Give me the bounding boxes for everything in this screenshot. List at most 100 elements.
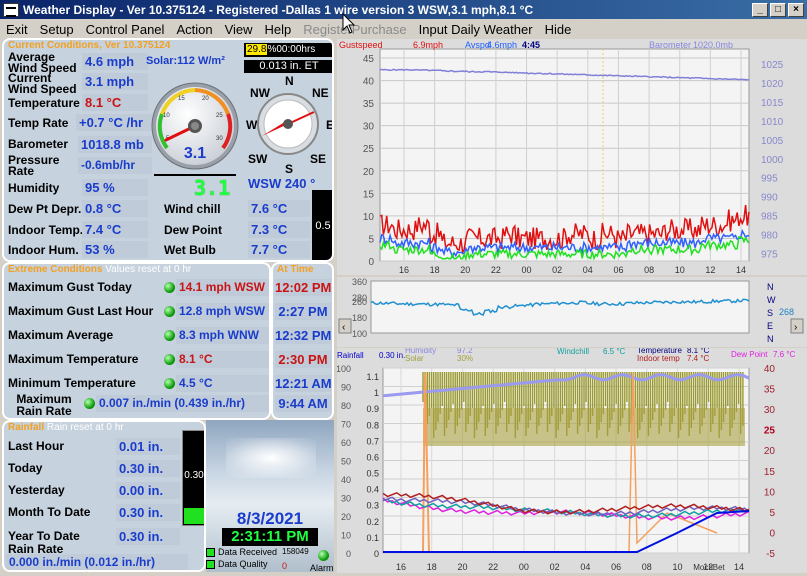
data-received-label: Data Received (218, 547, 278, 557)
speed-tick-15: 15 (178, 96, 185, 102)
rain-label: Year To Date (8, 529, 80, 543)
status-led-icon (164, 378, 175, 389)
lcd-speed-display: 3.1 (194, 176, 231, 200)
x-tick-label: 08 (644, 265, 654, 275)
y-right-tick-label: -5 (766, 549, 775, 560)
y-mid-tick-label: 0.4 (366, 485, 379, 495)
temp-rate-value: +0.7 °C /hr (76, 114, 152, 131)
maximize-button[interactable]: □ (770, 2, 786, 17)
y-left-tick-label: 20 (363, 167, 375, 178)
x-tick-label: 16 (399, 265, 409, 275)
wind-baro-chart-svg: 0510152025303540459759809859909951000100… (339, 40, 784, 275)
status-led-icon (164, 330, 175, 341)
y-left-tick-label: 60 (341, 438, 351, 448)
y-left-tick-label: 0 (368, 257, 374, 268)
rain-value: 0.00 in. (116, 482, 180, 499)
close-button[interactable]: × (788, 2, 804, 17)
barometer-value: 1018.8 mb (78, 136, 152, 153)
x-tick-label: 04 (583, 265, 593, 275)
dew-depr-label: Dew Pt Depr. (8, 202, 82, 216)
at-time-title: At Time (277, 264, 314, 275)
y-left-tick-label: 40 (341, 475, 351, 485)
wind-speed-gauge: 5 10 15 20 25 30 3.1 (151, 82, 239, 170)
legend-value: 0.30 in. (379, 351, 405, 360)
menu-action[interactable]: Action (170, 22, 218, 37)
y-mid-tick-label: 0.1 (366, 533, 379, 543)
extreme-label: Maximum Average (8, 328, 114, 342)
extreme-label: Maximum Gust Last Hour (8, 304, 154, 318)
webcam-status-panel: 8/3/2021 2:31:11 PM Data Received 158049… (206, 420, 334, 573)
compass-sw: SW (248, 152, 268, 166)
windchill-value: 7.6 °C (248, 200, 310, 217)
y-left-tick-label: 15 (363, 189, 375, 200)
extreme-value: 12.8 mph WSW (176, 303, 269, 320)
indoor-hum-label: Indoor Hum. (8, 243, 79, 257)
indoor-temp-value: 7.4 °C (82, 221, 148, 238)
rain-gauge-fill (184, 508, 204, 524)
rain-label: Last Hour (8, 439, 65, 453)
x-tick-label: 06 (611, 562, 621, 572)
wetbulb-label: Wet Bulb (164, 243, 216, 257)
y-right-tick-label: 25 (764, 426, 776, 437)
status-date: 8/3/2021 (236, 509, 304, 528)
current-dir-value: 268 (779, 307, 794, 317)
y-right-tick-label: 5 (769, 508, 775, 519)
menu-control-panel[interactable]: Control Panel (80, 22, 171, 37)
alarm-led[interactable] (318, 550, 329, 561)
wind-baro-chart: 0 5 10 15 20 25 30 35 40 45 975 980 985 990 995 1000 100… (337, 39, 807, 275)
y-mid-tick-label: 0.8 (366, 420, 379, 430)
x-tick-label: 02 (550, 562, 560, 572)
menu-setup[interactable]: Setup (34, 22, 80, 37)
y-mid-tick-label: 0 (374, 549, 379, 559)
data-received-count: 158049 (282, 547, 309, 556)
minimize-button[interactable]: _ (752, 2, 768, 17)
title-bar[interactable]: Weather Display - Ver 10.375124 - Regist… (0, 0, 807, 19)
compass-nw: NW (250, 86, 270, 100)
y-left-tick-label: 90 (341, 383, 351, 393)
y-left-tick-label: 10 (341, 531, 351, 541)
et-box: 0.013 in. ET (244, 60, 332, 73)
x-tick-label: 02 (552, 265, 562, 275)
y-left-tick-label: 25 (363, 144, 375, 155)
y-right-tick-label: 990 (761, 193, 778, 204)
y-left-tick-label: 70 (341, 420, 351, 430)
extreme-label: Maximum Gust Today (8, 280, 132, 294)
menu-hide[interactable]: Hide (539, 22, 578, 37)
rain-label: Yesterday (8, 483, 65, 497)
menu-input-daily-weather[interactable]: Input Daily Weather (413, 22, 539, 37)
wind-direction-chart: 100 180 260 280 360 N W S E N 268 ‹ › (337, 277, 807, 347)
x-tick-label: 08 (642, 562, 652, 572)
dew-depr-value: 0.8 °C (82, 200, 148, 217)
data-quality-led (206, 560, 215, 569)
temperature-value: 8.1 °C (82, 94, 148, 111)
y-tick-label: 360 (352, 277, 367, 287)
x-tick-label: 12 (705, 265, 715, 275)
status-led-icon (164, 282, 175, 293)
y-right-tick-label: 0 (769, 528, 775, 539)
compass-ne: NE (312, 86, 329, 100)
legend-value: 4.6mph (487, 40, 517, 50)
x-tick-label: 10 (675, 265, 685, 275)
legend-value: 7.6 °C (773, 350, 796, 359)
menu-view[interactable]: View (219, 22, 259, 37)
at-time-panel: At Time 12:02 PM 2:27 PM 12:32 PM 2:30 PM 12… (271, 262, 334, 420)
dir-label: E (767, 321, 773, 331)
pressure-rate-value: -0.6mb/hr (78, 157, 152, 174)
extreme-label: Maximum Temperature (8, 352, 139, 366)
speed-tick-30: 30 (216, 136, 223, 142)
status-led-icon (84, 398, 95, 409)
wind-direction-chart-svg: 100180260280360 NWSEN268‹ › (338, 277, 804, 344)
indoor-hum-value: 53 % (82, 241, 148, 258)
y-left-tick-label: 30 (363, 122, 375, 133)
data-quality-label: Data Quality (218, 559, 268, 569)
webcam-cloud (226, 438, 316, 478)
menu-exit[interactable]: Exit (0, 22, 34, 37)
menu-purchase[interactable]: Purchase (352, 22, 413, 37)
menu-help[interactable]: Help (259, 22, 298, 37)
extreme-time: 12:02 PM (275, 279, 332, 296)
mouse-cursor-icon (342, 13, 356, 34)
extreme-conditions-title: Extreme Conditions Values reset at 0 hr (8, 264, 192, 275)
indoor-temp-label: Indoor Temp. (8, 223, 84, 237)
y-mid-tick-label: 0.2 (366, 517, 379, 527)
legend-name: Barometer (649, 40, 691, 50)
